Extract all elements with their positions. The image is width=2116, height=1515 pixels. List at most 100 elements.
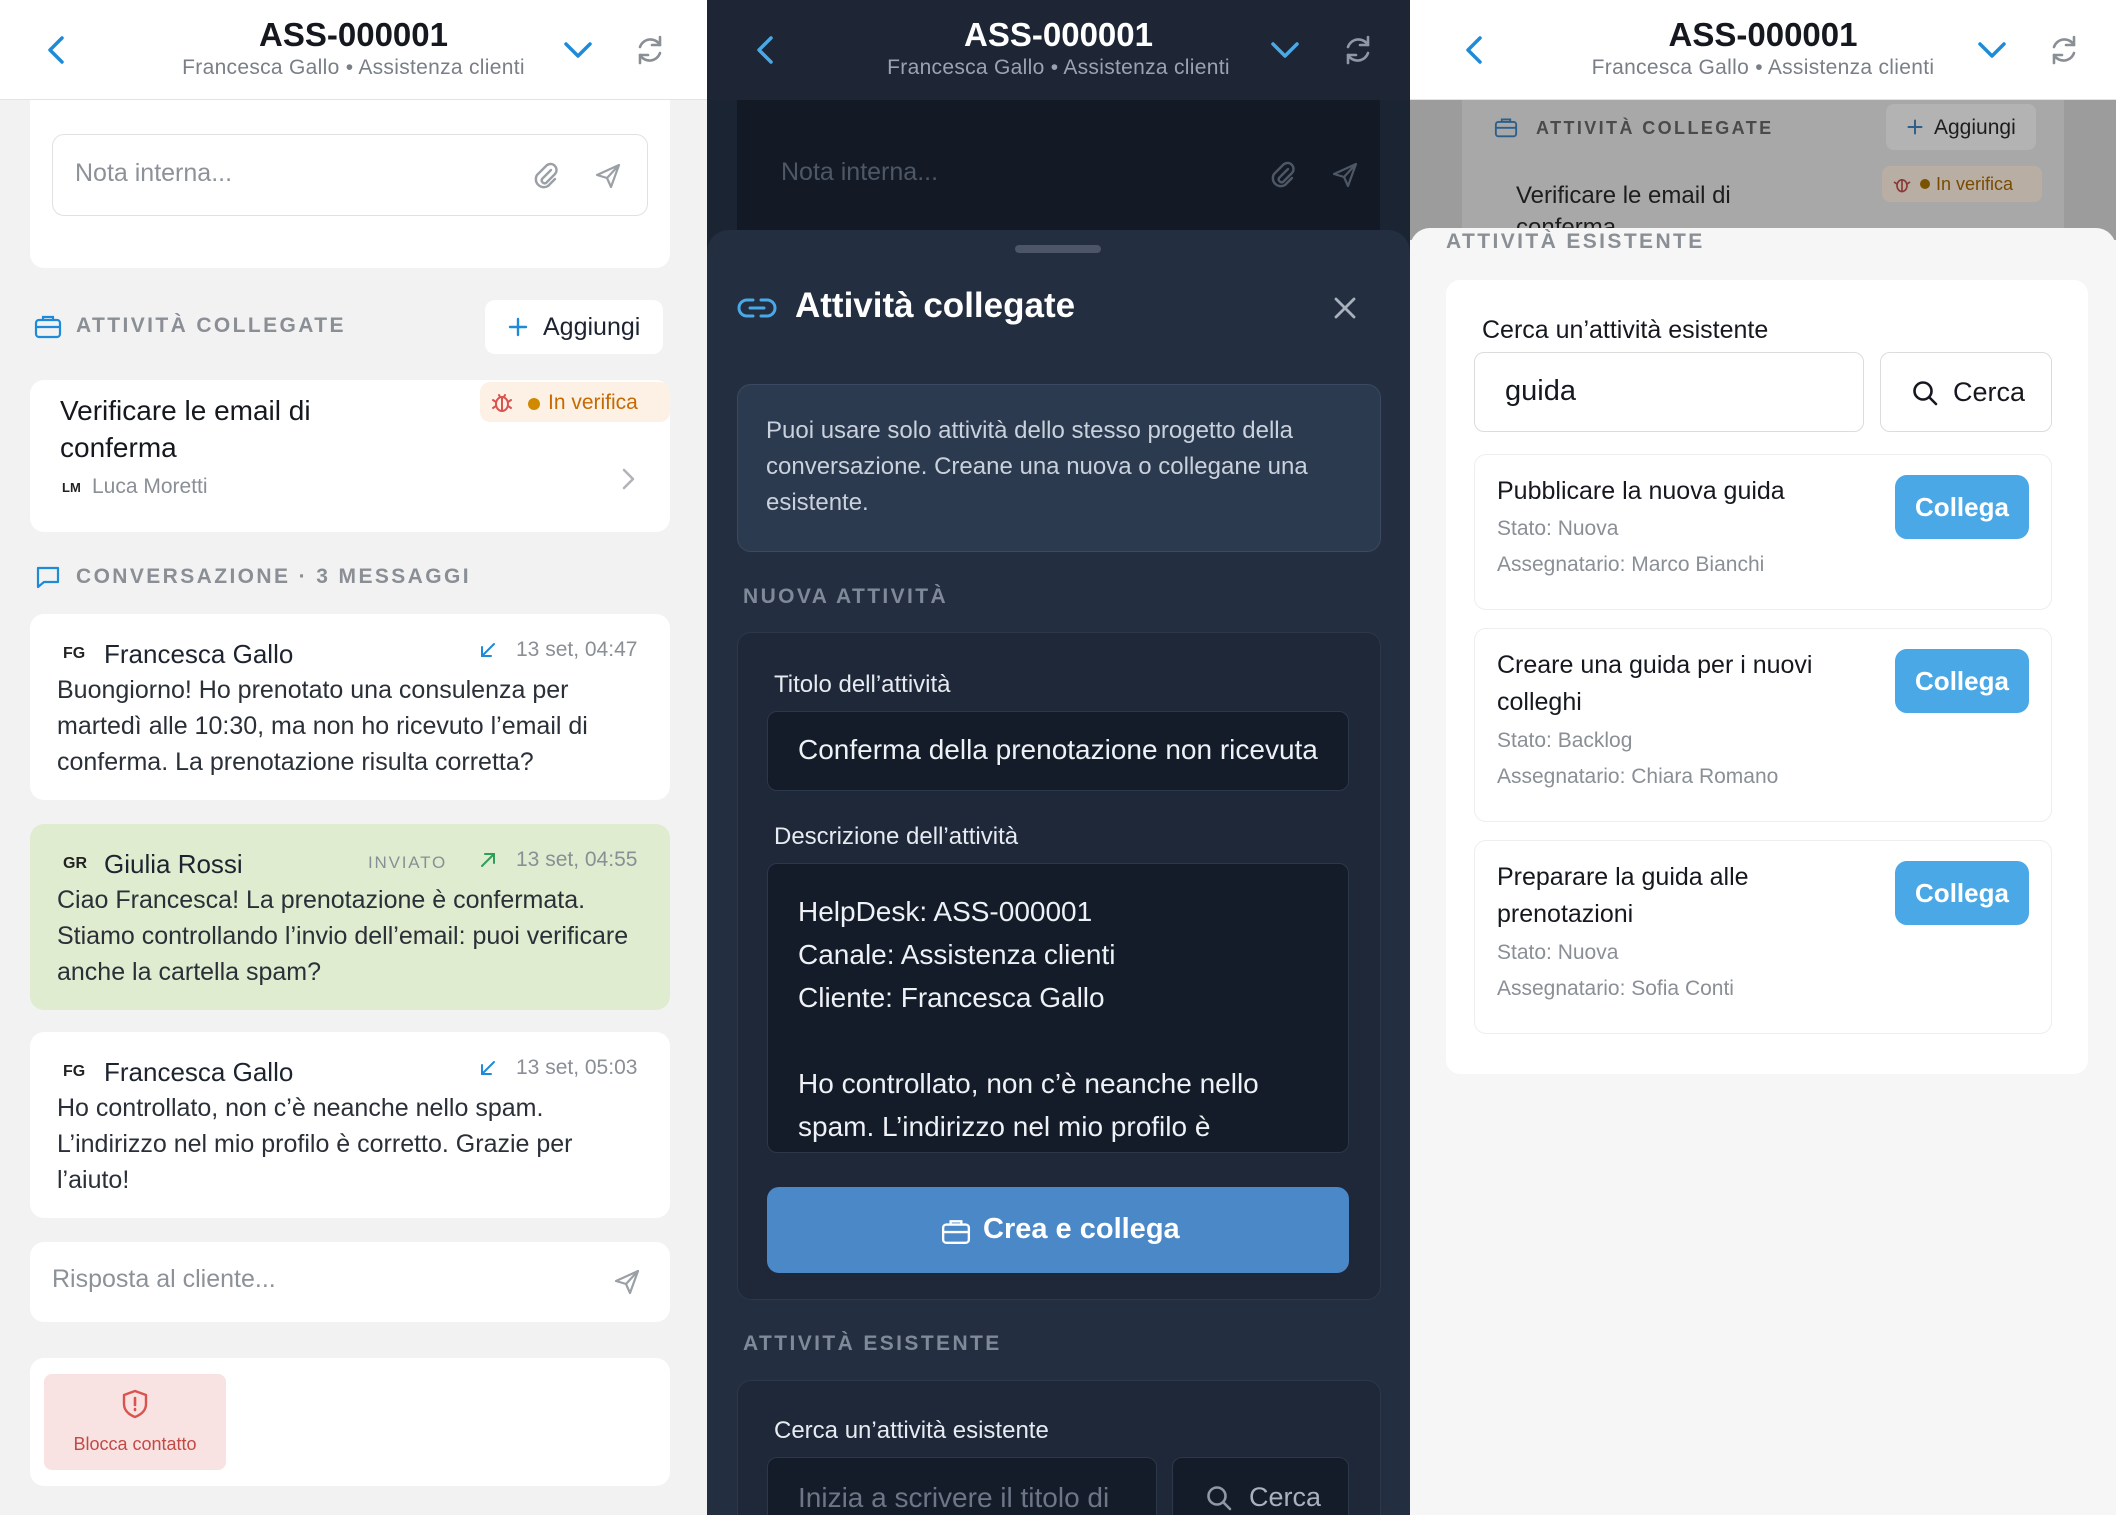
sender-initials: FG (63, 645, 86, 662)
reply-placeholder: Risposta al cliente... (52, 1265, 276, 1293)
search-result: Creare una guida per i nuovi colleghi St… (1474, 628, 2052, 822)
briefcase-icon (941, 1220, 971, 1244)
dimmed-note-card: Nota interna... (737, 100, 1380, 240)
internal-note-placeholder: Nota interna... (781, 158, 939, 186)
bug-icon (1893, 179, 1911, 193)
dimmed-background: ATTIVITÀ COLLEGATE Aggiungi Verificare l… (1410, 100, 2116, 240)
existing-task-card: Cerca un’attività esistente Inizia a scr… (737, 1380, 1381, 1515)
outgoing-arrow-icon (481, 853, 495, 867)
assignee-initials: LM (62, 480, 81, 495)
message-text: Buongiorno! Ho prenotato una consulenza … (57, 676, 588, 776)
block-contact-button[interactable]: Blocca contatto (44, 1374, 226, 1470)
sheet-title: Attività collegate (795, 286, 1076, 325)
search-button[interactable]: Cerca (1880, 352, 2052, 432)
link-button[interactable]: Collega (1895, 861, 2029, 925)
search-button[interactable]: Cerca (1172, 1457, 1349, 1515)
search-input[interactable]: guida (1474, 352, 1864, 432)
chevron-right-icon (622, 468, 635, 490)
close-icon[interactable] (1331, 294, 1359, 322)
paperclip-icon[interactable] (531, 161, 561, 191)
new-task-section-label: NUOVA ATTIVITÀ (743, 585, 949, 608)
result-status: Stato: Nuova (1497, 517, 1619, 540)
drag-handle[interactable] (1015, 245, 1101, 253)
search-placeholder: Inizia a scrivere il titolo di (798, 1482, 1110, 1513)
dimmed-linked-card: ATTIVITÀ COLLEGATE Aggiungi Verificare l… (1462, 100, 2064, 240)
top-bar: ASS-000001 Francesca Gallo • Assistenza … (1410, 0, 2116, 100)
ticket-title: ASS-000001 (1668, 16, 1858, 53)
description-line: Cliente: Francesca Gallo (798, 982, 1105, 1013)
search-button-label: Cerca (1953, 377, 2026, 407)
incoming-arrow-icon (481, 1061, 495, 1075)
block-contact-label: Blocca contatto (73, 1434, 197, 1454)
send-icon (1332, 162, 1358, 188)
task-title-input[interactable]: Conferma della prenotazione non ricevuta (767, 711, 1349, 791)
new-task-card: Titolo dell’attività Conferma della pren… (737, 632, 1381, 1300)
existing-task-search-panel: ASS-000001 Francesca Gallo • Assistenza … (1410, 0, 2116, 1515)
message-received: FG Francesca Gallo 13 set, 04:47 Buongio… (30, 614, 670, 800)
result-status: Stato: Backlog (1497, 729, 1633, 752)
plus-icon (508, 317, 528, 337)
refresh-icon[interactable] (1341, 33, 1375, 67)
sender-initials: GR (63, 855, 87, 872)
bottom-sheet: ATTIVITÀ ESISTENTE Cerca un’attività esi… (1410, 228, 2116, 1515)
status-dot (1920, 179, 1930, 189)
search-result: Pubblicare la nuova guida Stato: Nuova A… (1474, 454, 2052, 610)
send-icon[interactable] (612, 1267, 642, 1297)
result-title: Creare una guida per i nuovi colleghi (1497, 651, 1813, 716)
result-title: Pubblicare la nuova guida (1497, 477, 1785, 505)
chevron-down-icon[interactable] (560, 36, 596, 66)
message-text: Ciao Francesca! La prenotazione è confer… (57, 886, 629, 986)
task-description-label: Descrizione dell’attività (774, 823, 1019, 850)
link-button[interactable]: Collega (1895, 649, 2029, 713)
ticket-subtitle: Francesca Gallo • Assistenza clienti (1591, 56, 1935, 79)
link-button[interactable]: Collega (1895, 475, 2029, 539)
search-label: Cerca un’attività esistente (774, 1417, 1049, 1444)
description-line: Canale: Assistenza clienti (798, 939, 1116, 970)
result-assignee: Assegnatario: Chiara Romano (1497, 765, 1779, 788)
send-icon[interactable] (593, 161, 623, 191)
chevron-down-icon[interactable] (1267, 36, 1303, 66)
plus-icon (1907, 119, 1923, 135)
result-title: Preparare la guida alle prenotazioni (1497, 863, 1749, 928)
description-line: spam. L’indirizzo nel mio profilo è (798, 1111, 1211, 1142)
description-line: Ho controllato, non c’è neanche nello (798, 1068, 1259, 1099)
internal-note-input[interactable]: Nota interna... (52, 134, 648, 216)
search-input[interactable]: Inizia a scrivere il titolo di (767, 1457, 1157, 1515)
message-sent: GR Giulia Rossi INVIATO 13 set, 04:55 Ci… (30, 824, 670, 1010)
info-box: Puoi usare solo attività dello stesso pr… (737, 384, 1381, 552)
description-line: HelpDesk: ASS-000001 (798, 896, 1093, 927)
message-time: 13 set, 05:03 (516, 1056, 638, 1079)
add-task-label: Aggiungi (543, 313, 641, 341)
create-and-link-button[interactable]: Crea e collega (767, 1187, 1349, 1273)
ticket-subtitle: Francesca Gallo • Assistenza clienti (887, 56, 1230, 79)
task-title: Verificare le email di conferma (60, 395, 311, 463)
search-icon (1207, 1486, 1232, 1511)
shield-alert-icon (122, 1389, 148, 1419)
message-time: 13 set, 04:55 (516, 848, 638, 871)
reply-input[interactable]: Risposta al cliente... (30, 1242, 670, 1322)
refresh-icon[interactable] (633, 33, 667, 67)
linked-task-card[interactable]: Verificare le email di conferma In verif… (30, 380, 670, 532)
create-and-link-label: Crea e collega (983, 1213, 1180, 1245)
add-task-button: Aggiungi (1886, 104, 2036, 150)
incoming-arrow-icon (481, 643, 495, 657)
chevron-down-icon[interactable] (1974, 36, 2010, 66)
search-card: Cerca un’attività esistente guida Cerca … (1446, 280, 2088, 1074)
status-badge: In verifica (1882, 166, 2042, 202)
task-description-textarea[interactable]: HelpDesk: ASS-000001 Canale: Assistenza … (767, 863, 1349, 1153)
sender-initials: FG (63, 1063, 86, 1080)
refresh-icon[interactable] (2047, 33, 2081, 67)
result-status: Stato: Nuova (1497, 941, 1619, 964)
message-text: Ho controllato, non c’è neanche nello sp… (57, 1094, 573, 1194)
result-assignee: Assegnatario: Marco Bianchi (1497, 553, 1765, 576)
top-bar: ASS-000001 Francesca Gallo • Assistenza … (707, 0, 1410, 100)
conversation-label: CONVERSAZIONE · 3 MESSAGGI (76, 565, 471, 588)
ticket-title: ASS-000001 (259, 16, 448, 53)
actions-card: Blocca contatto (30, 1358, 670, 1486)
add-task-button[interactable]: Aggiungi (485, 300, 663, 354)
bug-icon (492, 394, 512, 412)
message-received: FG Francesca Gallo 13 set, 05:03 Ho cont… (30, 1032, 670, 1218)
sender-name: Francesca Gallo (104, 639, 294, 669)
assignee-name: Luca Moretti (92, 475, 208, 498)
link-task-sheet-panel: ASS-000001 Francesca Gallo • Assistenza … (707, 0, 1410, 1515)
